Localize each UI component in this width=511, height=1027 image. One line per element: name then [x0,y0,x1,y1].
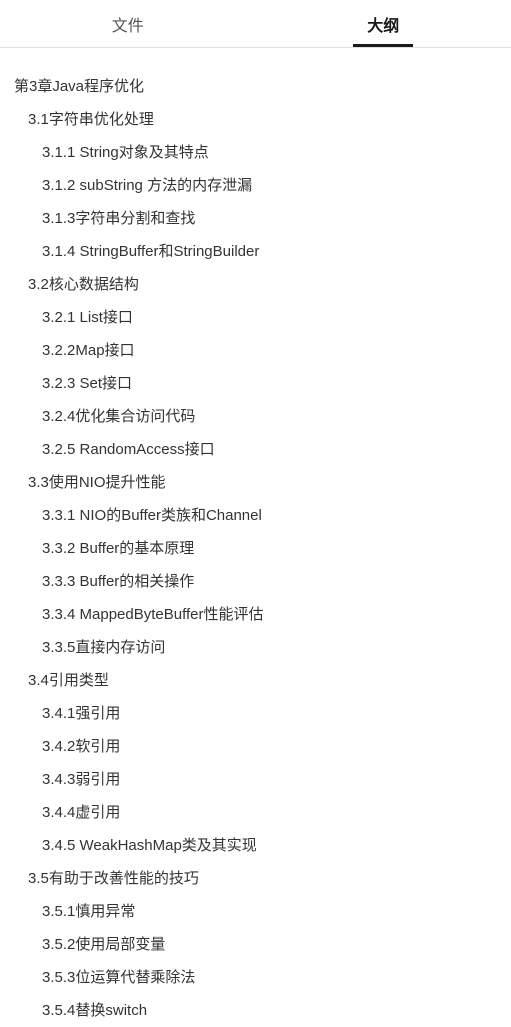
outline-item[interactable]: 第3章Java程序优化 [14,70,497,103]
outline-item[interactable]: 3.2.2Map接口 [14,334,497,367]
outline-item[interactable]: 3.1字符串优化处理 [14,103,497,136]
outline-item-label: 3.4引用类型 [28,672,109,689]
outline-item[interactable]: 3.5.1慎用异常 [14,895,497,928]
outline-item[interactable]: 3.2.5 RandomAccess接口 [14,433,497,466]
outline-item-label: 3.2.1 List接口 [42,309,133,326]
outline-item[interactable]: 3.4.3弱引用 [14,763,497,796]
outline-item[interactable]: 3.2.1 List接口 [14,301,497,334]
outline-item[interactable]: 3.3使用NIO提升性能 [14,466,497,499]
outline-item[interactable]: 3.5.4替换switch [14,994,497,1027]
outline-item-label: 3.2核心数据结构 [28,276,139,293]
outline-item[interactable]: 3.5有助于改善性能的技巧 [14,862,497,895]
outline-item-label: 3.1.4 StringBuffer和StringBuilder [42,243,259,260]
outline-item[interactable]: 3.4.2软引用 [14,730,497,763]
outline-item-label: 3.3.1 NIO的Buffer类族和Channel [42,507,262,524]
outline-item-label: 3.3.2 Buffer的基本原理 [42,540,194,557]
outline-item-label: 第3章Java程序优化 [14,78,144,95]
outline-item-label: 3.4.5 WeakHashMap类及其实现 [42,837,257,854]
outline-item[interactable]: 3.4.4虚引用 [14,796,497,829]
outline-item[interactable]: 3.1.3字符串分割和查找 [14,202,497,235]
outline-item-label: 3.2.5 RandomAccess接口 [42,441,215,458]
outline-item[interactable]: 3.2核心数据结构 [14,268,497,301]
outline-item[interactable]: 3.3.2 Buffer的基本原理 [14,532,497,565]
outline-item-label: 3.4.2软引用 [42,738,120,755]
outline-item[interactable]: 3.5.3位运算代替乘除法 [14,961,497,994]
outline-item-label: 3.4.3弱引用 [42,771,120,788]
tab-file[interactable]: 文件 [0,0,256,47]
outline-item[interactable]: 3.3.3 Buffer的相关操作 [14,565,497,598]
outline-item-label: 3.1.1 String对象及其特点 [42,144,209,161]
outline-item[interactable]: 3.3.5直接内存访问 [14,631,497,664]
outline-item-label: 3.1字符串优化处理 [28,111,154,128]
outline-item-label: 3.1.2 subString 方法的内存泄漏 [42,177,252,194]
outline-item-label: 3.5有助于改善性能的技巧 [28,870,199,887]
outline-item[interactable]: 3.3.1 NIO的Buffer类族和Channel [14,499,497,532]
outline-item[interactable]: 3.4引用类型 [14,664,497,697]
outline-item[interactable]: 3.4.5 WeakHashMap类及其实现 [14,829,497,862]
tab-file-label: 文件 [112,12,144,36]
tab-outline[interactable]: 大纲 [256,0,511,47]
outline-item-label: 3.2.4优化集合访问代码 [42,408,195,425]
outline-item-label: 3.5.2使用局部变量 [42,936,165,953]
outline-item[interactable]: 3.5.2使用局部变量 [14,928,497,961]
outline-item-label: 3.2.2Map接口 [42,342,135,359]
outline-item-label: 3.3.3 Buffer的相关操作 [42,573,194,590]
outline-item-label: 3.1.3字符串分割和查找 [42,210,195,227]
outline-item-label: 3.3.5直接内存访问 [42,639,165,656]
outline-item[interactable]: 3.3.4 MappedByteBuffer性能评估 [14,598,497,631]
outline-panel: 第3章Java程序优化 3.1字符串优化处理 3.1.1 String对象及其特点 3… [0,48,511,1027]
outline-item-label: 3.5.4替换switch [42,1002,147,1019]
outline-item[interactable]: 3.1.4 StringBuffer和StringBuilder [14,235,497,268]
outline-item-label: 3.3使用NIO提升性能 [28,474,166,491]
outline-item[interactable]: 3.2.3 Set接口 [14,367,497,400]
outline-item-label: 3.5.3位运算代替乘除法 [42,969,195,986]
outline-item-label: 3.3.4 MappedByteBuffer性能评估 [42,606,264,623]
tab-bar: 文件 大纲 [0,0,511,48]
outline-item[interactable]: 3.1.2 subString 方法的内存泄漏 [14,169,497,202]
tab-outline-label: 大纲 [367,12,399,36]
outline-item-label: 3.2.3 Set接口 [42,375,132,392]
outline-item[interactable]: 3.2.4优化集合访问代码 [14,400,497,433]
outline-item-label: 3.4.4虚引用 [42,804,120,821]
outline-item[interactable]: 3.1.1 String对象及其特点 [14,136,497,169]
outline-item-label: 3.4.1强引用 [42,705,120,722]
outline-item-label: 3.5.1慎用异常 [42,903,135,920]
outline-item[interactable]: 3.4.1强引用 [14,697,497,730]
